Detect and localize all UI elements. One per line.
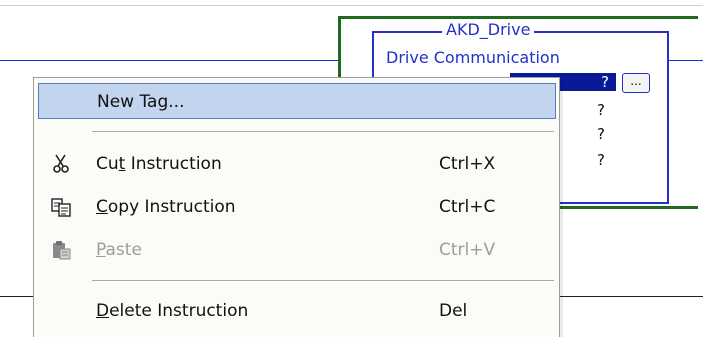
menu-item-cut-instruction[interactable]: Cut Instruction Ctrl+X [38, 146, 556, 182]
menu-item-shortcut: Ctrl+C [439, 197, 496, 217]
instruction-title: AKD_Drive [442, 21, 535, 39]
menu-item-label: New Tag... [97, 92, 185, 112]
menu-item-label: Cut Instruction [96, 154, 222, 174]
menu-separator [92, 280, 554, 282]
rung-wire-top [0, 5, 703, 6]
menu-item-copy-instruction[interactable]: Copy Instruction Ctrl+C [38, 189, 556, 225]
paste-icon [50, 239, 72, 261]
operand-value-2[interactable]: ? [597, 101, 605, 119]
menu-item-paste[interactable]: Paste Ctrl+V [38, 232, 556, 268]
rung-wire-left [0, 60, 338, 61]
browse-button[interactable]: ... [622, 73, 650, 93]
instruction-subtitle: Drive Communication [386, 48, 560, 67]
operand-value-1[interactable]: ? [601, 73, 609, 91]
menu-item-new-tag[interactable]: New Tag... [38, 83, 556, 119]
menu-item-shortcut: Del [439, 301, 468, 321]
rung-wire-lower-left [0, 296, 33, 297]
menu-separator [92, 131, 554, 133]
copy-icon [50, 196, 72, 218]
menu-item-shortcut: Ctrl+V [439, 240, 496, 260]
menu-item-label: Paste [96, 240, 142, 260]
operand-value-3[interactable]: ? [597, 125, 605, 143]
scissors-icon [50, 153, 72, 175]
menu-item-label: Delete Instruction [96, 301, 249, 321]
operand-value-4[interactable]: ? [597, 151, 605, 169]
menu-item-delete-instruction[interactable]: Delete Instruction Del [38, 293, 556, 329]
menu-item-label: Copy Instruction [96, 197, 236, 217]
rung-wire-lower-right [560, 296, 703, 297]
context-menu: New Tag... Cut Instruction Ctrl+X Copy I… [33, 77, 560, 337]
menu-item-shortcut: Ctrl+X [439, 154, 496, 174]
